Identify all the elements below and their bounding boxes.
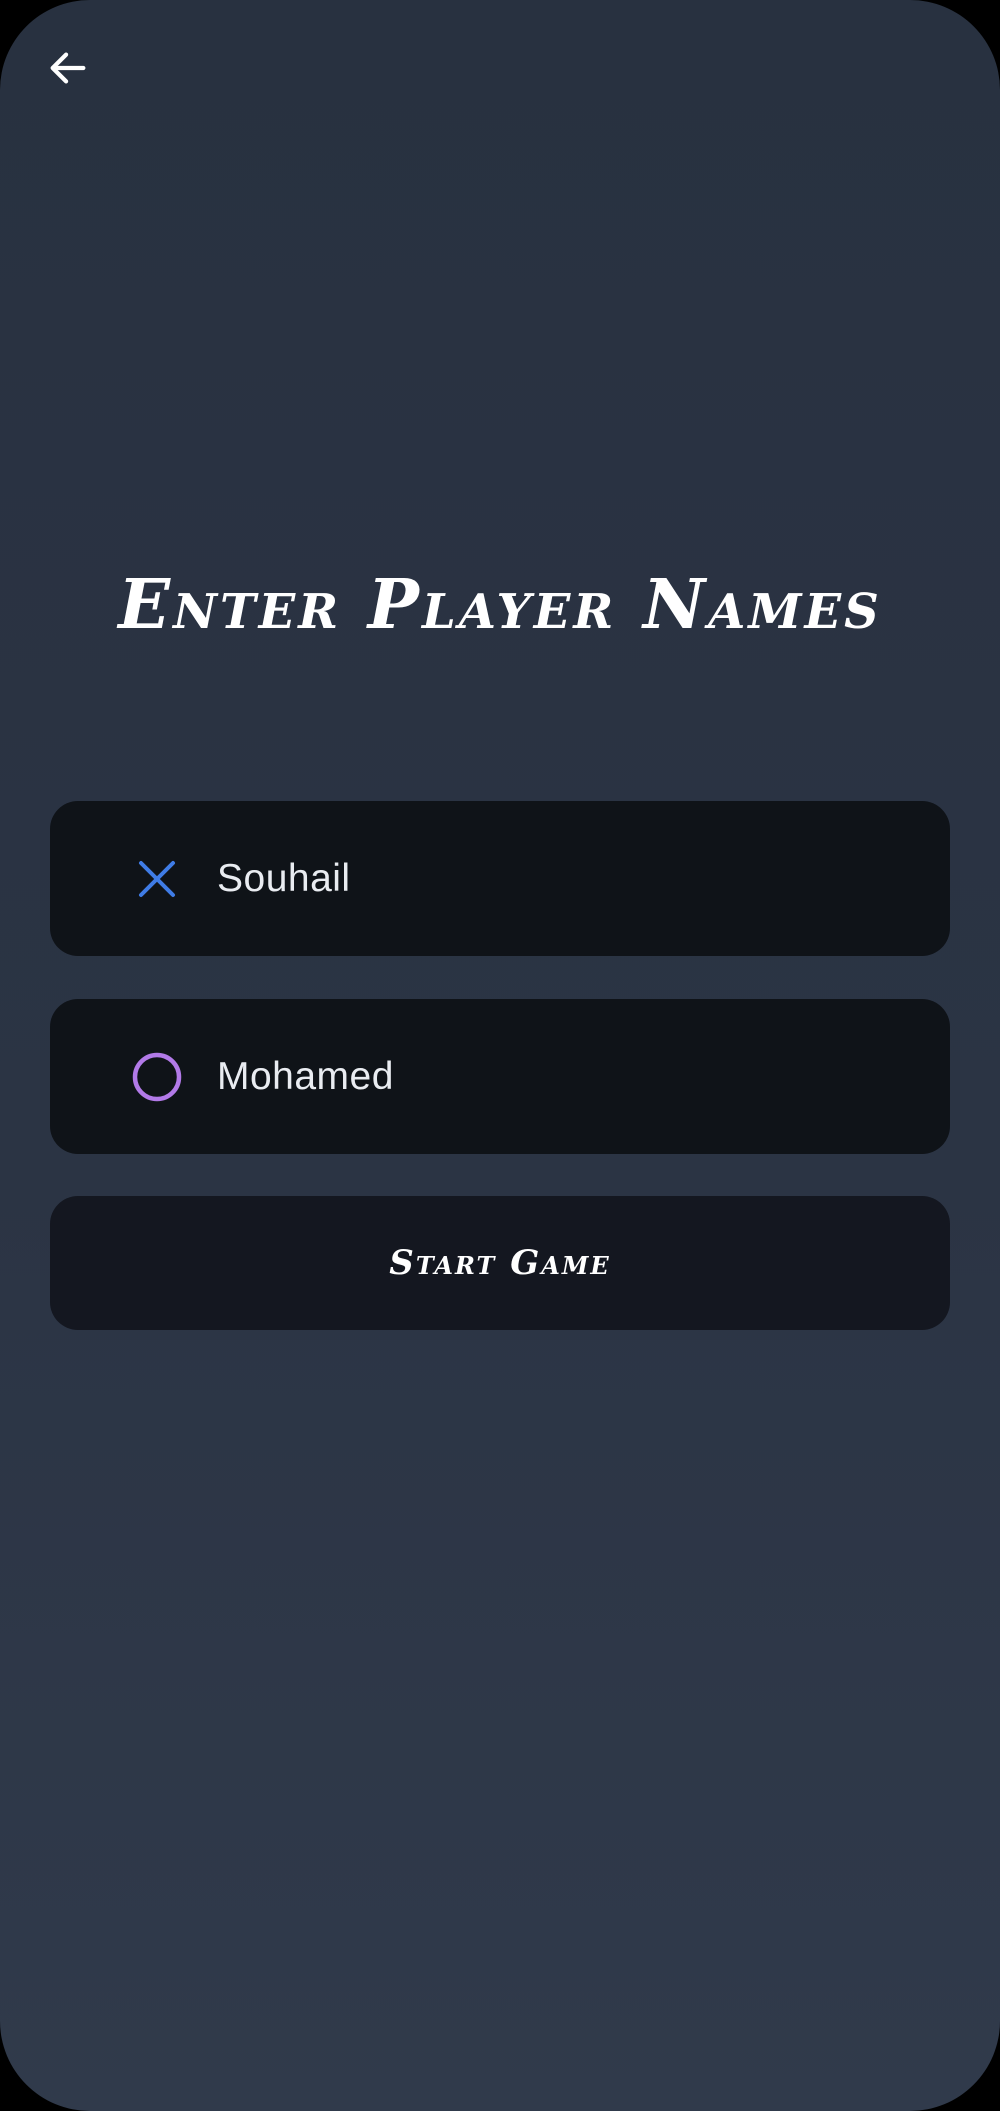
back-button[interactable] bbox=[36, 36, 100, 100]
player-two-field[interactable] bbox=[50, 999, 950, 1154]
page-title: Enter Player Names bbox=[118, 565, 882, 645]
circle-o-icon bbox=[127, 1047, 187, 1107]
screen: Enter Player Names Start Game bbox=[0, 0, 1000, 2111]
player-one-field[interactable] bbox=[50, 801, 950, 956]
start-game-button[interactable]: Start Game bbox=[50, 1196, 950, 1330]
arrow-left-icon bbox=[50, 52, 86, 84]
x-mark-icon bbox=[127, 849, 187, 909]
player-one-input[interactable] bbox=[217, 838, 950, 919]
player-two-input[interactable] bbox=[217, 1036, 950, 1117]
start-game-label: Start Game bbox=[389, 1243, 611, 1283]
